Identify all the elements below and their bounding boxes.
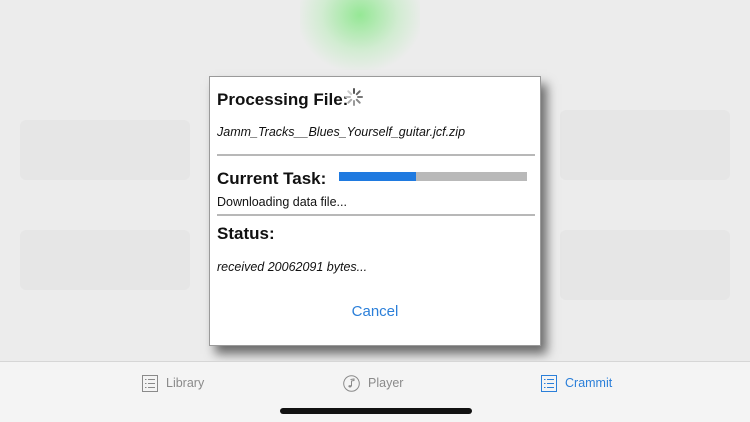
background-glow [300,0,420,70]
processing-file-heading: Processing File: [217,90,349,109]
tab-library-label: Library [166,376,205,390]
current-task-heading: Current Task: [217,169,327,188]
divider [217,154,535,156]
music-note-icon [343,374,360,392]
background-blur-block [560,110,730,180]
progress-bar [339,172,527,181]
list-icon [541,374,557,392]
tab-player[interactable]: Player [343,372,403,394]
tab-crammit-label: Crammit [565,376,613,390]
tab-player-label: Player [368,376,404,390]
background-blur-block [20,120,190,180]
tab-library[interactable]: Library [142,372,204,394]
status-detail-text: received 20062091 bytes... [217,260,368,274]
task-detail-text: Downloading data file... [217,195,347,209]
progress-bar-fill [339,172,417,181]
list-icon [142,374,158,392]
file-name-text: Jamm_Tracks__Blues_Yourself_guitar.jcf.z… [217,125,466,139]
background-blur-block [560,230,730,300]
home-indicator[interactable] [280,408,472,414]
processing-dialog: Processing File: Jamm_Tracks__Blues_Your… [209,76,541,346]
cancel-button[interactable]: Cancel [210,303,540,320]
status-heading: Status: [217,224,275,243]
tab-crammit[interactable]: Crammit [541,372,612,394]
divider [217,214,535,216]
background-blur-block [20,230,190,290]
loading-spinner-icon [345,88,363,106]
